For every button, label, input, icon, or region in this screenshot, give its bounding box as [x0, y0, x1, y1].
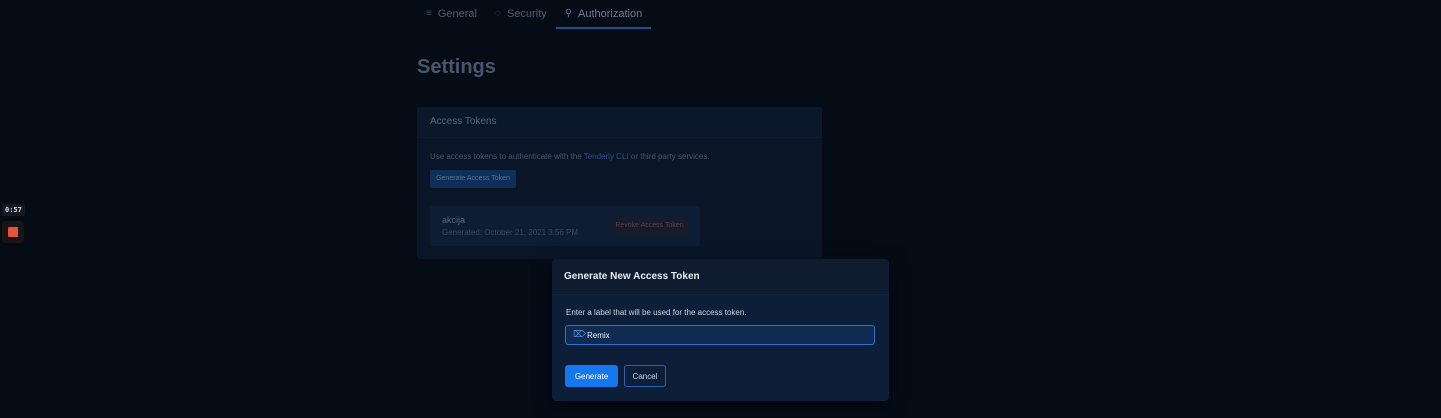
- tab-security[interactable]: ◌ Security: [486, 0, 556, 27]
- token-list-item: akcija Generated: October 21, 2021 3:56 …: [430, 206, 700, 246]
- generate-token-modal: Generate New Access Token Enter a label …: [552, 259, 889, 401]
- card-title: Access Tokens: [417, 107, 822, 138]
- token-name: akcija: [442, 215, 466, 225]
- tab-label: Security: [506, 7, 547, 20]
- token-label-input[interactable]: [587, 327, 867, 343]
- description-text: or third party services.: [628, 152, 710, 161]
- generate-access-token-button[interactable]: Generate Access Token: [430, 170, 516, 188]
- tab-authorization[interactable]: ⚲ Authorization: [555, 0, 652, 29]
- stop-recording-button[interactable]: [2, 221, 24, 243]
- cancel-button[interactable]: Cancel: [624, 365, 666, 387]
- page-title: Settings: [417, 56, 496, 78]
- shield-icon: ◌: [494, 8, 501, 19]
- sliders-icon: ≡: [426, 8, 432, 19]
- token-label-field[interactable]: ⌦: [565, 325, 875, 345]
- generate-button[interactable]: Generate: [565, 365, 618, 387]
- modal-title: Generate New Access Token: [552, 259, 889, 295]
- tab-label: General: [437, 7, 477, 20]
- tab-label: Authorization: [578, 7, 643, 20]
- user-key-icon: ⚲: [564, 8, 573, 19]
- access-tokens-card: Access Tokens Use access tokens to authe…: [417, 107, 822, 259]
- card-description: Use access tokens to authenticate with t…: [430, 152, 710, 161]
- stop-square-icon: [8, 227, 18, 237]
- revoke-access-token-button[interactable]: Revoke Access Token: [611, 217, 688, 235]
- description-text: Use access tokens to authenticate with t…: [430, 152, 584, 161]
- modal-description: Enter a label that will be used for the …: [566, 308, 747, 317]
- tenderly-cli-link[interactable]: Tenderly CLI: [584, 152, 629, 161]
- settings-tabs: ≡ General ◌ Security ⚲ Authorization: [417, 0, 652, 29]
- tag-icon: ⌦: [573, 329, 586, 339]
- recording-timer: 0:57: [2, 204, 25, 216]
- token-generated-date: Generated: October 21, 2021 3:56 PM: [442, 228, 579, 237]
- tab-general[interactable]: ≡ General: [417, 0, 486, 27]
- screen: 0:57 ≡ General ◌ Security ⚲ Authorizatio…: [0, 0, 1441, 418]
